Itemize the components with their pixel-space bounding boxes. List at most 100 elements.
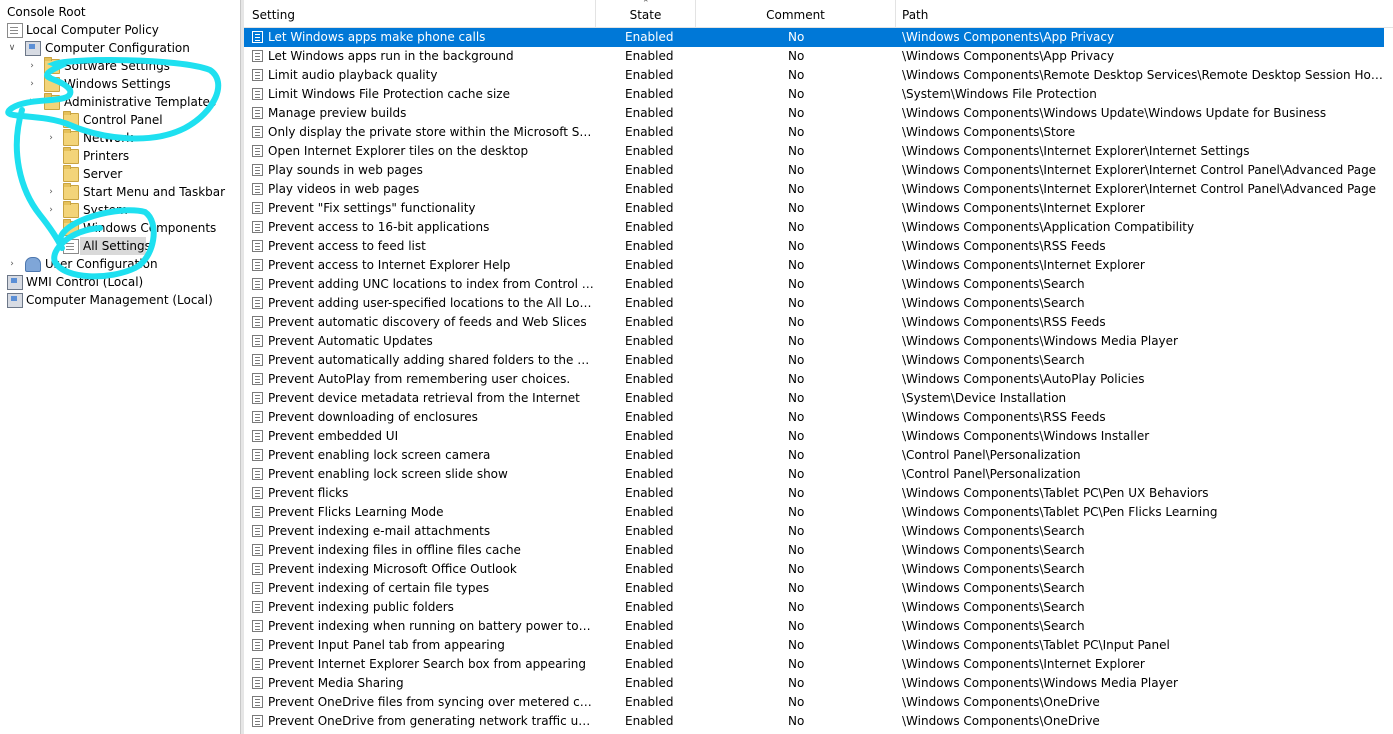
path-cell: \Windows Components\AutoPlay Policies [902, 372, 1145, 386]
table-row[interactable]: Prevent flicks Enabled No \Windows Componen… [244, 484, 1384, 503]
column-header-path[interactable]: Path [896, 0, 1393, 27]
comment-cell: No [788, 524, 805, 538]
chevron-down-icon[interactable]: ∨ [26, 93, 38, 111]
path-cell: \Windows Components\Windows Update\Windo… [902, 106, 1327, 120]
chevron-right-icon[interactable]: › [45, 183, 57, 201]
policy-setting-icon [252, 658, 263, 670]
policy-setting-icon [252, 487, 263, 499]
table-row[interactable]: Prevent access to feed list Enabled No \Win… [244, 237, 1384, 256]
tree-all-settings[interactable]: All Settings [60, 237, 151, 255]
path-cell: \Windows Components\Remote Desktop Servi… [902, 68, 1384, 82]
column-header-setting[interactable]: Setting [244, 0, 596, 27]
path-cell: \Windows Components\Application Compatib… [902, 220, 1195, 234]
table-row[interactable]: Prevent enabling lock screen camera Enabl… [244, 446, 1384, 465]
table-row[interactable]: Prevent Input Panel tab from appearing En… [244, 636, 1384, 655]
comment-cell: No [788, 296, 805, 310]
table-row[interactable]: Prevent indexing e-mail attachments Enabl… [244, 522, 1384, 541]
setting-cell: Only display the private store within th… [268, 125, 594, 139]
table-row[interactable]: Prevent adding UNC locations to index fr… [244, 275, 1384, 294]
policy-setting-icon [252, 335, 263, 347]
comment-cell: No [788, 201, 805, 215]
table-row[interactable]: Only display the private store within th… [244, 123, 1384, 142]
table-row[interactable]: Prevent enabling lock screen slide show E… [244, 465, 1384, 484]
comment-cell: No [788, 695, 805, 709]
comment-cell: No [788, 581, 805, 595]
comment-cell: No [788, 163, 805, 177]
comment-cell: No [788, 182, 805, 196]
table-row[interactable]: Prevent "Fix settings" functionality Enab… [244, 199, 1384, 218]
setting-cell: Prevent indexing public folders [268, 600, 454, 614]
folder-icon [63, 129, 79, 146]
path-cell: \Windows Components\Search [902, 524, 1085, 538]
setting-cell: Prevent adding UNC locations to index fr… [268, 277, 594, 291]
policy-setting-icon [252, 582, 263, 594]
table-row[interactable]: Prevent OneDrive from generating network… [244, 712, 1384, 731]
chevron-right-icon[interactable]: › [45, 219, 57, 237]
policy-setting-icon [252, 468, 263, 480]
setting-cell: Let Windows apps make phone calls [268, 30, 486, 44]
chevron-right-icon[interactable]: › [6, 255, 18, 273]
state-cell: Enabled [625, 315, 674, 329]
table-row[interactable]: Prevent embedded UI Enabled No \Windows Com… [244, 427, 1384, 446]
setting-cell: Prevent Internet Explorer Search box fro… [268, 657, 587, 671]
path-cell: \Windows Components\Windows Media Player [902, 676, 1178, 690]
path-cell: \Windows Components\OneDrive [902, 714, 1100, 728]
table-row[interactable]: Manage preview builds Enabled No \Windows C… [244, 104, 1384, 123]
setting-cell: Limit Windows File Protection cache size [268, 87, 510, 101]
table-row[interactable]: Prevent downloading of enclosures Enabled… [244, 408, 1384, 427]
table-row[interactable]: Limit Windows File Protection cache size… [244, 85, 1384, 104]
table-row[interactable]: Prevent indexing public folders Enabled No… [244, 598, 1384, 617]
table-row[interactable]: Prevent adding user-specified locations … [244, 294, 1384, 313]
comment-cell: No [788, 448, 805, 462]
path-cell: \Windows Components\Search [902, 581, 1085, 595]
tree-label: Console Root [7, 5, 86, 19]
table-row[interactable]: Prevent indexing of certain file types En… [244, 579, 1384, 598]
table-row[interactable]: Let Windows apps run in the background En… [244, 47, 1384, 66]
chevron-right-icon[interactable]: › [26, 75, 38, 93]
state-cell: Enabled [625, 353, 674, 367]
setting-cell: Prevent adding user-specified locations … [268, 296, 594, 310]
table-row[interactable]: Let Windows apps make phone calls Enabled… [244, 28, 1384, 47]
state-cell: Enabled [625, 125, 674, 139]
table-row[interactable]: Prevent indexing Microsoft Office Outloo… [244, 560, 1384, 579]
table-row[interactable]: Prevent Flicks Learning Mode Enabled No \Wi… [244, 503, 1384, 522]
setting-cell: Open Internet Explorer tiles on the desk… [268, 144, 529, 158]
chevron-right-icon[interactable]: › [45, 129, 57, 147]
table-row[interactable]: Play videos in web pages Enabled No \Window… [244, 180, 1384, 199]
table-row[interactable]: Prevent Automatic Updates Enabled No \Windo… [244, 332, 1384, 351]
table-row[interactable]: Prevent access to Internet Explorer Help… [244, 256, 1384, 275]
state-cell: Enabled [625, 695, 674, 709]
chevron-right-icon[interactable]: › [26, 57, 38, 75]
table-row[interactable]: Prevent access to 16-bit applications Ena… [244, 218, 1384, 237]
comment-cell: No [788, 353, 805, 367]
state-cell: Enabled [625, 676, 674, 690]
chevron-down-icon[interactable]: ∨ [6, 39, 18, 57]
table-row[interactable]: Prevent indexing files in offline files … [244, 541, 1384, 560]
tree-label: Software Settings [64, 59, 170, 73]
state-cell: Enabled [625, 429, 674, 443]
table-row[interactable]: Prevent Internet Explorer Search box fro… [244, 655, 1384, 674]
table-row[interactable]: Prevent OneDrive files from syncing over… [244, 693, 1384, 712]
folder-icon [44, 57, 60, 74]
comment-cell: No [788, 277, 805, 291]
table-row[interactable]: Prevent automatically adding shared fold… [244, 351, 1384, 370]
table-row[interactable]: Prevent Media Sharing Enabled No \Windows C… [244, 674, 1384, 693]
state-cell: Enabled [625, 372, 674, 386]
table-row[interactable]: Prevent automatic discovery of feeds and… [244, 313, 1384, 332]
settings-list: Setting State ⌃ Comment Path Let Windows… [244, 0, 1393, 734]
table-row[interactable]: Prevent device metadata retrieval from t… [244, 389, 1384, 408]
chevron-right-icon[interactable]: › [45, 201, 57, 219]
table-row[interactable]: Prevent indexing when running on battery… [244, 617, 1384, 636]
table-row[interactable]: Limit audio playback quality Enabled No \Wi… [244, 66, 1384, 85]
path-cell: \Windows Components\Internet Explorer [902, 201, 1145, 215]
table-row[interactable]: Play sounds in web pages Enabled No \Window… [244, 161, 1384, 180]
table-row[interactable]: Prevent AutoPlay from remembering user c… [244, 370, 1384, 389]
folder-icon [63, 201, 79, 218]
table-row[interactable]: Open Internet Explorer tiles on the desk… [244, 142, 1384, 161]
column-header-comment[interactable]: Comment [696, 0, 896, 27]
policy-setting-icon [252, 88, 263, 100]
state-cell: Enabled [625, 410, 674, 424]
setting-cell: Prevent indexing of certain file types [268, 581, 490, 595]
state-cell: Enabled [625, 220, 674, 234]
setting-cell: Prevent indexing files in offline files … [268, 543, 521, 557]
